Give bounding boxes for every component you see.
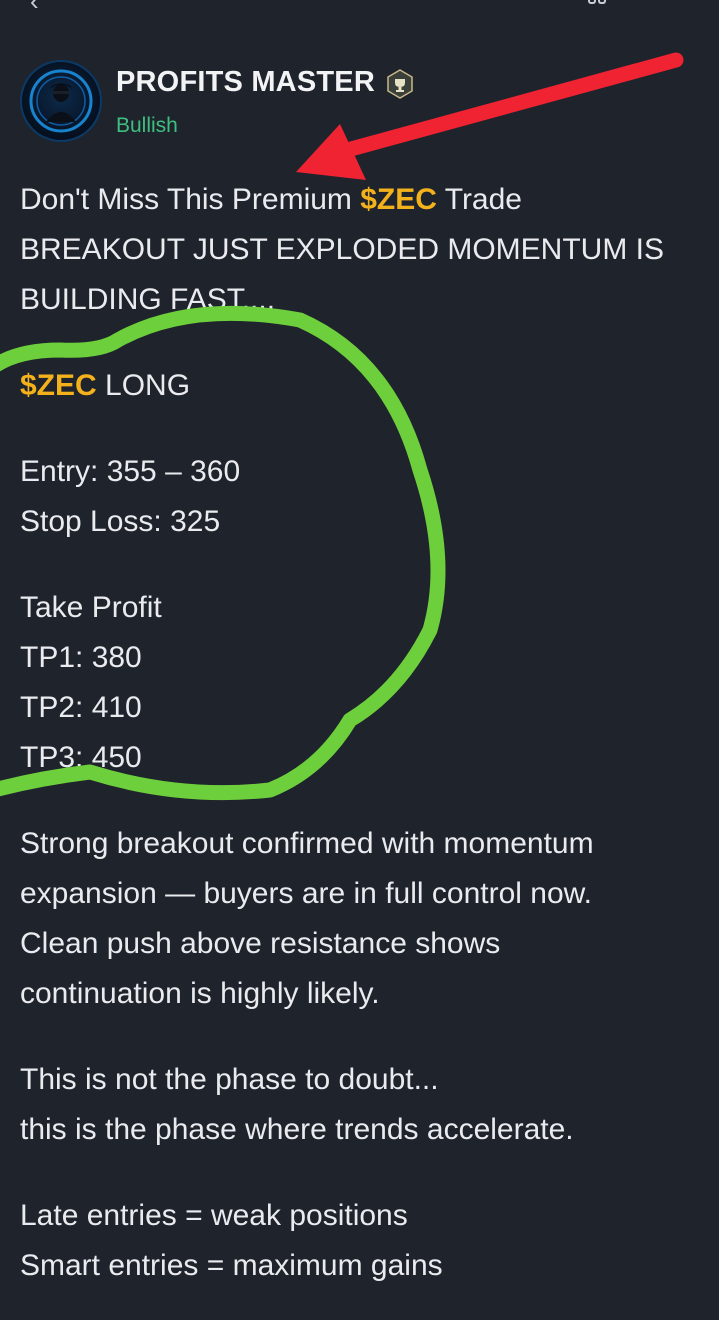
paragraph-1-line-1: Strong breakout confirmed with momentum xyxy=(20,827,594,860)
paragraph-2-line-2: this is the phase where trends accelerat… xyxy=(20,1113,574,1146)
options-icon[interactable] xyxy=(588,0,610,6)
paragraph-1-line-4: continuation is highly likely. xyxy=(20,977,380,1010)
signal-heading: $ZEC LONG xyxy=(20,369,191,402)
paragraph-2-line-1: This is not the phase to doubt... xyxy=(20,1063,439,1096)
avatar-image xyxy=(29,69,93,133)
entry-range: Entry: 355 – 360 xyxy=(20,455,241,488)
paragraph-3-line-1: Late entries = weak positions xyxy=(20,1199,408,1232)
stop-loss: Stop Loss: 325 xyxy=(20,505,221,538)
take-profit-2: TP2: 410 xyxy=(20,691,142,724)
post-intro-line-2: BREAKOUT JUST EXPLODED MOMENTUM IS xyxy=(20,233,664,266)
ticker-tag[interactable]: $ZEC xyxy=(20,369,97,402)
take-profit-3: TP3: 450 xyxy=(20,741,142,774)
avatar[interactable] xyxy=(20,60,102,142)
post-intro-line-1: Don't Miss This Premium $ZEC Trade xyxy=(20,183,522,216)
back-arrow-icon[interactable]: ‹ xyxy=(30,0,39,17)
paragraph-3-line-2: Smart entries = maximum gains xyxy=(20,1249,443,1282)
paragraph-1-line-3: Clean push above resistance shows xyxy=(20,927,501,960)
verified-trophy-badge-icon xyxy=(387,69,413,99)
take-profit-title: Take Profit xyxy=(20,591,162,624)
post-intro-line-3: BUILDING FAST.... xyxy=(20,283,276,316)
paragraph-1-line-2: expansion — buyers are in full control n… xyxy=(20,877,592,910)
top-nav-bar: ‹ xyxy=(0,0,719,16)
sentiment-badge: Bullish xyxy=(116,114,178,137)
take-profit-1: TP1: 380 xyxy=(20,641,142,674)
ticker-tag[interactable]: $ZEC xyxy=(360,183,437,216)
author-name[interactable]: PROFITS MASTER xyxy=(116,66,375,99)
